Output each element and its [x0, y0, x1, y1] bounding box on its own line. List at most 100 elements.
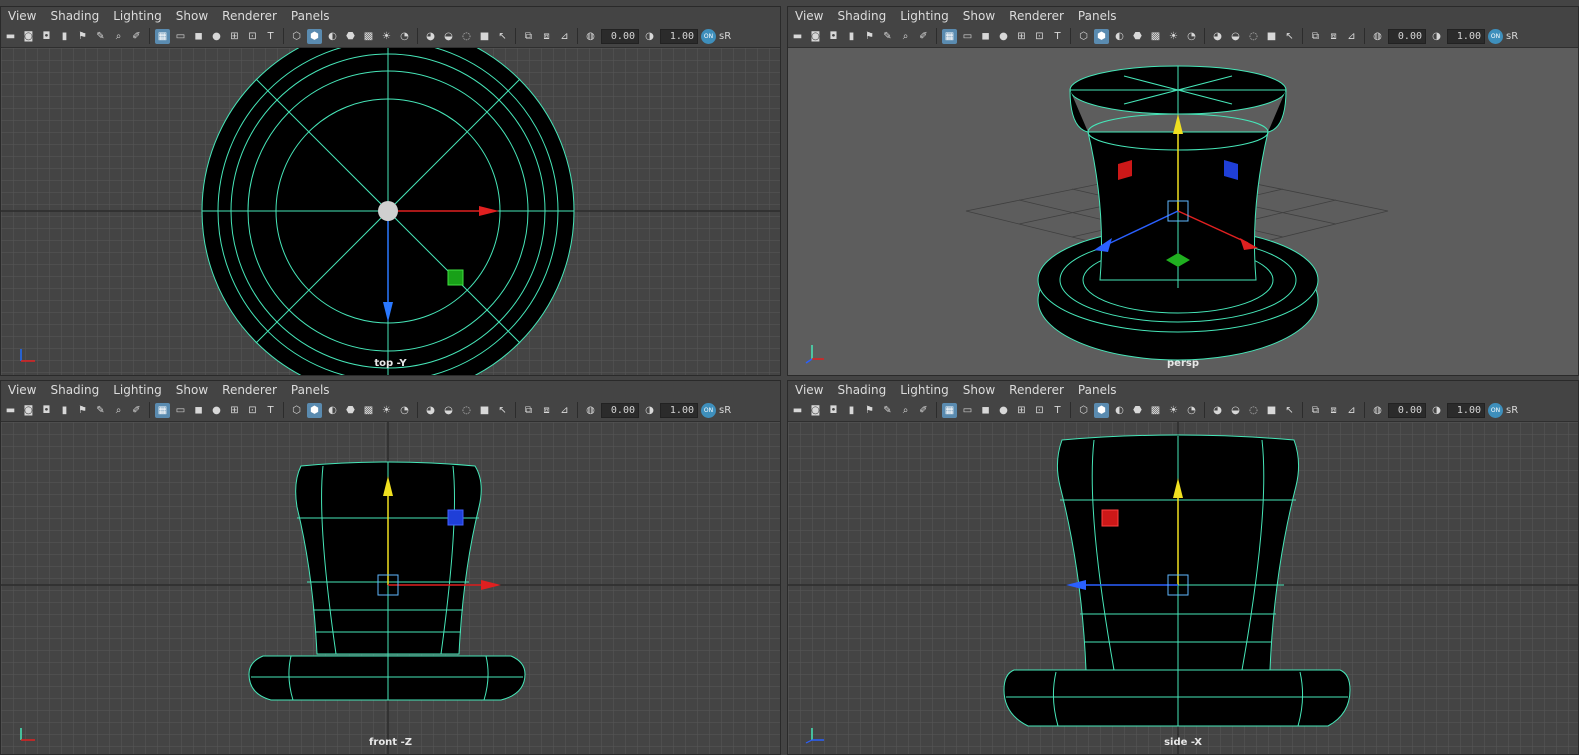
2d-pan-zoom-icon[interactable]: ⌕ [898, 403, 913, 418]
menu-lighting[interactable]: Lighting [106, 383, 169, 397]
field-chart-icon[interactable]: ⊞ [227, 29, 242, 44]
grid-icon[interactable]: ▦ [942, 28, 957, 44]
color-management-toggle[interactable]: ON [701, 28, 716, 44]
xray-icon[interactable]: ⧉ [521, 29, 536, 44]
viewport-top[interactable]: top -Y [1, 48, 780, 375]
menu-panels[interactable]: Panels [1071, 9, 1124, 23]
viewport-persp[interactable]: persp [788, 48, 1578, 375]
menu-view[interactable]: View [788, 9, 830, 23]
isolate-select-icon[interactable]: ↖ [495, 403, 510, 418]
xray-joints-icon[interactable]: ⧈ [539, 403, 554, 418]
depth-of-field-icon[interactable]: ■ [1264, 29, 1279, 44]
viewport-panel-persp[interactable]: View Shading Lighting Show Renderer Pane… [787, 6, 1579, 376]
film-gate-icon[interactable]: ▭ [173, 403, 188, 418]
camera-attributes-icon[interactable]: ◙ [21, 29, 36, 44]
safe-title-icon[interactable]: T [1050, 403, 1065, 418]
safe-title-icon[interactable]: T [263, 403, 278, 418]
smooth-shade-icon[interactable]: ⬢ [307, 402, 322, 418]
anti-aliasing-icon[interactable]: ◌ [459, 29, 474, 44]
lights-icon[interactable]: ☀ [379, 29, 394, 44]
menu-show[interactable]: Show [956, 383, 1002, 397]
menu-shading[interactable]: Shading [43, 383, 106, 397]
grid-icon[interactable]: ▦ [155, 28, 170, 44]
lights-icon[interactable]: ☀ [379, 403, 394, 418]
gate-mask-icon[interactable]: ● [209, 29, 224, 44]
xray-components-icon[interactable]: ⊿ [1344, 29, 1359, 44]
textured-icon[interactable]: ▩ [1148, 29, 1163, 44]
bookmark-flag-icon[interactable]: ⚑ [862, 29, 877, 44]
2d-pan-zoom-icon[interactable]: ⌕ [111, 29, 126, 44]
exposure-icon[interactable]: ◍ [583, 29, 598, 44]
exposure-field[interactable]: 0.00 [601, 402, 639, 418]
image-plane-icon[interactable]: ▮ [57, 29, 72, 44]
gate-mask-icon[interactable]: ● [996, 403, 1011, 418]
viewport-side[interactable]: side -X [788, 422, 1578, 754]
grease-pencil-icon[interactable]: ✎ [880, 29, 895, 44]
viewport-panel-top[interactable]: View Shading Lighting Show Renderer Pane… [0, 6, 781, 376]
shadows-icon[interactable]: ◔ [1184, 403, 1199, 418]
xray-joints-icon[interactable]: ⧈ [1326, 403, 1341, 418]
menu-renderer[interactable]: Renderer [1002, 9, 1071, 23]
smooth-shade-icon[interactable]: ⬢ [1094, 28, 1109, 44]
viewport-front[interactable]: front -Z [1, 422, 780, 754]
film-gate-icon[interactable]: ▭ [960, 403, 975, 418]
menu-shading[interactable]: Shading [830, 383, 893, 397]
field-chart-icon[interactable]: ⊞ [227, 403, 242, 418]
safe-action-icon[interactable]: ⊡ [1032, 403, 1047, 418]
safe-title-icon[interactable]: T [1050, 29, 1065, 44]
bookmark-icon[interactable]: ◘ [39, 29, 54, 44]
menu-panels[interactable]: Panels [1071, 383, 1124, 397]
shadows-icon[interactable]: ◔ [1184, 29, 1199, 44]
gamma-field[interactable]: 1.00 [660, 28, 698, 44]
menu-lighting[interactable]: Lighting [893, 9, 956, 23]
xray-icon[interactable]: ⧉ [521, 403, 536, 418]
bookmark-icon[interactable]: ◘ [826, 29, 841, 44]
safe-action-icon[interactable]: ⊡ [1032, 29, 1047, 44]
menu-show[interactable]: Show [956, 9, 1002, 23]
menu-shading[interactable]: Shading [43, 9, 106, 23]
film-gate-icon[interactable]: ▭ [173, 29, 188, 44]
color-management-toggle[interactable]: ON [1488, 28, 1503, 44]
gate-mask-icon[interactable]: ● [209, 403, 224, 418]
wireframe-on-shaded-icon[interactable]: ⬣ [343, 403, 358, 418]
screen-space-ao-icon[interactable]: ◕ [1210, 403, 1225, 418]
color-management-toggle[interactable]: ON [1488, 402, 1503, 418]
textured-icon[interactable]: ▩ [1148, 403, 1163, 418]
color-space-label[interactable]: sR [719, 405, 731, 416]
menu-renderer[interactable]: Renderer [215, 9, 284, 23]
wireframe-icon[interactable]: ⬡ [289, 403, 304, 418]
lights-icon[interactable]: ☀ [1166, 29, 1181, 44]
field-chart-icon[interactable]: ⊞ [1014, 403, 1029, 418]
xray-components-icon[interactable]: ⊿ [557, 29, 572, 44]
wireframe-on-shaded-icon[interactable]: ⬣ [1130, 403, 1145, 418]
gamma-icon[interactable]: ◑ [1429, 403, 1444, 418]
isolate-select-icon[interactable]: ↖ [1282, 403, 1297, 418]
gamma-field[interactable]: 1.00 [1447, 28, 1485, 44]
bookmark-icon[interactable]: ◘ [39, 403, 54, 418]
grease-pencil-alt-icon[interactable]: ✐ [916, 29, 931, 44]
xray-icon[interactable]: ⧉ [1308, 29, 1323, 44]
viewport-panel-side[interactable]: View Shading Lighting Show Renderer Pane… [787, 380, 1579, 755]
xray-components-icon[interactable]: ⊿ [1344, 403, 1359, 418]
image-plane-icon[interactable]: ▮ [844, 403, 859, 418]
menu-panels[interactable]: Panels [284, 9, 337, 23]
smooth-shade-icon[interactable]: ⬢ [307, 28, 322, 44]
motion-blur-icon[interactable]: ◒ [1228, 29, 1243, 44]
image-plane-icon[interactable]: ▮ [57, 403, 72, 418]
shadows-icon[interactable]: ◔ [397, 403, 412, 418]
anti-aliasing-icon[interactable]: ◌ [459, 403, 474, 418]
shadows-icon[interactable]: ◔ [397, 29, 412, 44]
color-space-label[interactable]: sR [1506, 31, 1518, 42]
wireframe-icon[interactable]: ⬡ [1076, 29, 1091, 44]
wireframe-on-shaded-icon[interactable]: ⬣ [343, 29, 358, 44]
select-camera-icon[interactable]: ▬ [790, 403, 805, 418]
grease-pencil-icon[interactable]: ✎ [880, 403, 895, 418]
depth-of-field-icon[interactable]: ■ [477, 29, 492, 44]
anti-aliasing-icon[interactable]: ◌ [1246, 403, 1261, 418]
lights-icon[interactable]: ☀ [1166, 403, 1181, 418]
viewport-panel-front[interactable]: View Shading Lighting Show Renderer Pane… [0, 380, 781, 755]
screen-space-ao-icon[interactable]: ◕ [423, 29, 438, 44]
gamma-field[interactable]: 1.00 [1447, 402, 1485, 418]
menu-renderer[interactable]: Renderer [215, 383, 284, 397]
safe-action-icon[interactable]: ⊡ [245, 403, 260, 418]
